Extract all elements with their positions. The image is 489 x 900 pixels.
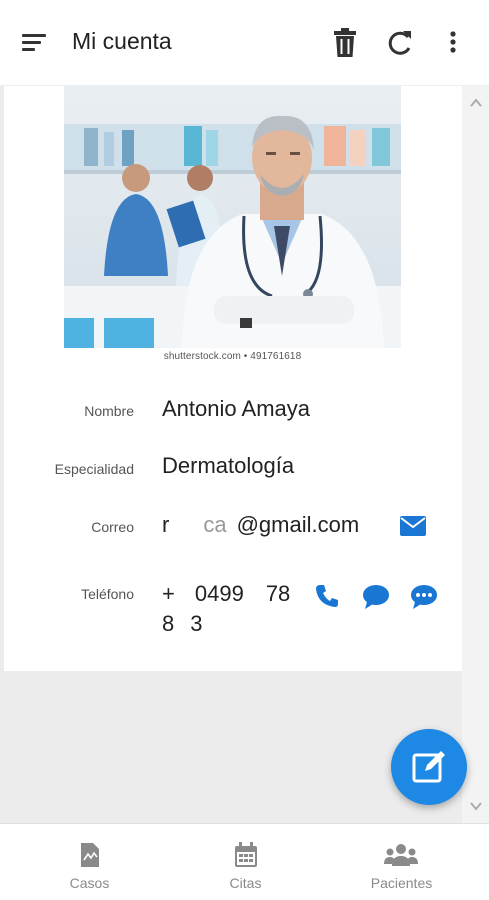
phone-value-part-e: 3 bbox=[190, 611, 203, 636]
email-icon[interactable] bbox=[400, 516, 426, 541]
email-value: r ca @gmail.com bbox=[162, 512, 359, 538]
phone-value: +0499 78 83 bbox=[162, 579, 290, 639]
sms-icon[interactable] bbox=[362, 584, 390, 615]
refresh-icon[interactable] bbox=[384, 26, 414, 60]
specialty-value: Dermatología bbox=[162, 453, 295, 478]
people-icon bbox=[384, 844, 418, 866]
menu-icon[interactable] bbox=[22, 32, 48, 54]
photo-watermark: shutterstock.com • 491761618 bbox=[163, 351, 302, 362]
scrollbar[interactable] bbox=[462, 86, 489, 823]
profile-photo bbox=[64, 86, 401, 348]
phone-icon[interactable] bbox=[314, 583, 340, 614]
nav-item-citas[interactable]: Citas bbox=[164, 824, 327, 900]
name-label: Nombre bbox=[84, 403, 134, 419]
chat-icon[interactable] bbox=[410, 584, 438, 615]
app-bar: Mi cuenta bbox=[0, 0, 489, 86]
phone-value-part-d: 8 bbox=[162, 611, 175, 636]
email-value-prefix: r bbox=[162, 512, 170, 537]
specialty-label: Especialidad bbox=[54, 461, 134, 477]
scroll-down-icon[interactable] bbox=[469, 799, 483, 813]
name-value: Antonio Amaya bbox=[162, 396, 310, 421]
case-icon bbox=[81, 843, 99, 867]
phone-value-part-c: 78 bbox=[265, 581, 291, 606]
nav-label-casos: Casos bbox=[69, 875, 110, 891]
edit-icon bbox=[412, 751, 445, 783]
bottom-navigation: Casos Citas Pacientes bbox=[0, 823, 489, 900]
email-label: Correo bbox=[91, 519, 134, 535]
page-title: Mi cuenta bbox=[72, 28, 172, 54]
nav-item-casos[interactable]: Casos bbox=[8, 824, 171, 900]
nav-item-pacientes[interactable]: Pacientes bbox=[320, 824, 483, 900]
scroll-up-icon[interactable] bbox=[469, 96, 483, 110]
calendar-icon bbox=[235, 842, 257, 867]
phone-value-part-a: + bbox=[162, 581, 175, 606]
email-value-middle: ca bbox=[203, 512, 227, 537]
more-vert-icon[interactable] bbox=[440, 26, 464, 60]
phone-value-part-b: 0499 bbox=[194, 581, 244, 606]
delete-icon[interactable] bbox=[330, 26, 360, 60]
email-value-suffix: @gmail.com bbox=[236, 512, 360, 537]
phone-label: Teléfono bbox=[81, 586, 134, 602]
nav-label-citas: Citas bbox=[229, 875, 262, 891]
nav-label-pacientes: Pacientes bbox=[370, 875, 433, 891]
edit-fab-button[interactable] bbox=[391, 729, 467, 805]
